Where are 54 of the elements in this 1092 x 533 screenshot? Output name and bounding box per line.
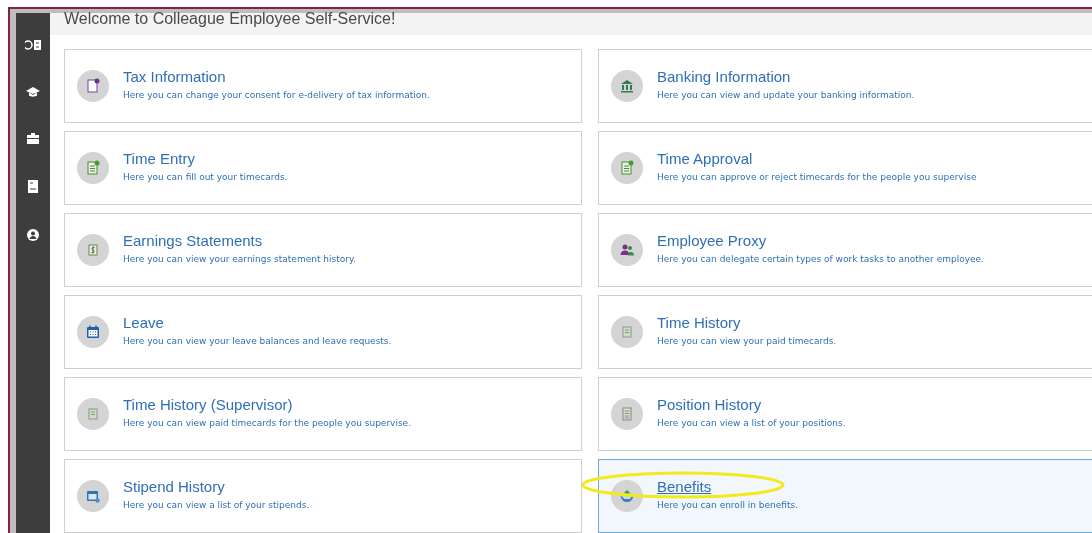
timecard-icon: [619, 324, 635, 340]
card-title-link[interactable]: Stipend History: [123, 478, 310, 495]
people-icon: [619, 242, 635, 258]
dollar-icon: [85, 242, 101, 258]
card-description: Here you can change your consent for e-delivery of tax information.: [123, 90, 430, 100]
card-title-link[interactable]: Leave: [123, 314, 392, 331]
list-icon: [619, 406, 635, 422]
bank-icon: [619, 78, 635, 94]
money-icon[interactable]: [25, 39, 41, 51]
timesheet-icon: [619, 160, 635, 176]
menu-card[interactable]: Tax Information Here you can change your consent for e-delivery of tax information.: [64, 49, 582, 123]
card-title-link[interactable]: Time History: [657, 314, 837, 331]
card-description: Here you can view a list of your stipends.: [123, 500, 310, 510]
menu-card[interactable]: Time History Here you can view your paid timecards.: [598, 295, 1092, 369]
card-title-link[interactable]: Banking Information: [657, 68, 915, 85]
page-title: Welcome to Colleague Employee Self-Service!: [64, 9, 396, 29]
hands-icon: [619, 488, 635, 504]
menu-card[interactable]: Leave Here you can view your leave balances and leave requests.: [64, 295, 582, 369]
timesheet-icon: [85, 160, 101, 176]
document-icon[interactable]: [28, 180, 38, 193]
timecard-icon: [85, 406, 101, 422]
graduation-cap-icon[interactable]: [26, 87, 40, 97]
menu-card[interactable]: Time History (Supervisor) Here you can view paid timecards for the people you supervise.: [64, 377, 582, 451]
menu-card[interactable]: Employee Proxy Here you can delegate certain types of work tasks to another employee.: [598, 213, 1092, 287]
card-description: Here you can enroll in benefits.: [657, 500, 799, 510]
card-title-link[interactable]: Time History (Supervisor): [123, 396, 411, 413]
document-icon: [85, 78, 101, 94]
card-description: Here you can approve or reject timecards for the people you supervise: [657, 172, 977, 182]
card-description: Here you can view a list of your positions.: [657, 418, 846, 428]
briefcase-icon[interactable]: [27, 133, 39, 144]
menu-card[interactable]: Earnings Statements Here you can view your earnings statement history.: [64, 213, 582, 287]
menu-card[interactable]: Banking Information Here you can view and update your banking information.: [598, 49, 1092, 123]
card-description: Here you can fill out your timecards.: [123, 172, 288, 182]
menu-card[interactable]: Time Approval Here you can approve or reject timecards for the people you supervise: [598, 131, 1092, 205]
user-icon[interactable]: [27, 229, 39, 241]
menu-card[interactable]: Benefits Here you can enroll in benefits.: [598, 459, 1092, 533]
card-description: Here you can view your paid timecards.: [657, 336, 837, 346]
calendar-icon: [85, 324, 101, 340]
menu-card[interactable]: Time Entry Here you can fill out your timecards.: [64, 131, 582, 205]
menu-card[interactable]: Stipend History Here you can view a list of your stipends.: [64, 459, 582, 533]
card-description: Here you can view and update your banking information.: [657, 90, 915, 100]
card-description: Here you can view paid timecards for the people you supervise.: [123, 418, 411, 428]
card-description: Here you can delegate certain types of work tasks to another employee.: [657, 254, 984, 264]
card-title-link[interactable]: Employee Proxy: [657, 232, 984, 249]
calendar-icon: [85, 488, 101, 504]
card-title-link[interactable]: Time Entry: [123, 150, 288, 167]
menu-card[interactable]: Position History Here you can view a list of your positions.: [598, 377, 1092, 451]
card-description: Here you can view your earnings statement history.: [123, 254, 356, 264]
card-title-link[interactable]: Time Approval: [657, 150, 977, 167]
card-title-link[interactable]: Benefits: [657, 478, 799, 495]
card-description: Here you can view your leave balances and leave requests.: [123, 336, 392, 346]
card-title-link[interactable]: Earnings Statements: [123, 232, 356, 249]
card-title-link[interactable]: Tax Information: [123, 68, 430, 85]
card-title-link[interactable]: Position History: [657, 396, 846, 413]
